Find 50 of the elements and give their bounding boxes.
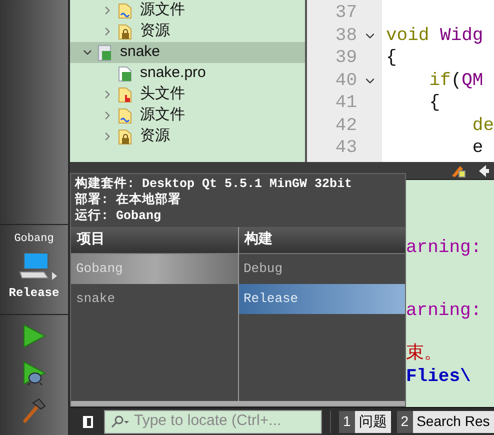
header-folder-icon [118,86,132,102]
source-folder-icon [118,2,132,18]
output-line: arning: [406,301,482,321]
kit-option[interactable]: Release [238,284,405,314]
line-number: 42 [334,116,357,135]
caret-icon [52,272,56,280]
kit-option[interactable]: Debug [238,254,405,284]
line-number: 38 [334,26,357,45]
output-line: Flies\ [406,367,471,387]
run-icon[interactable] [21,323,47,349]
back-arrow-icon[interactable] [478,164,490,178]
search-field[interactable]: Type to locate (Ctrl+... [104,410,322,434]
search-icon [110,414,130,428]
kit-build-label: Release [8,284,60,302]
clean-output-icon[interactable] [450,164,466,178]
column-header: 项目 [71,227,238,254]
tree-item[interactable]: 资源 [70,21,305,42]
tree-item[interactable]: snake.pro [70,63,305,84]
output-line: arning: [406,238,482,258]
code-line: e [471,139,484,158]
project-file-icon [118,66,132,82]
code-line: void Widg [386,26,484,45]
computer-icon [18,252,50,280]
project-icon [98,44,112,60]
tree-item[interactable]: 头文件 [70,84,305,105]
code-line: if(QM [428,72,484,90]
source-folder-icon [118,108,132,124]
lock-folder-icon [118,24,132,40]
debug-run-icon[interactable] [21,360,47,386]
tree-item[interactable]: 源文件 [70,0,305,21]
lock-folder-icon [118,128,132,144]
tree-item[interactable]: snake [70,42,305,63]
line-number: 41 [334,94,357,112]
column-header: 构建 [238,227,405,254]
hammer-icon[interactable] [21,397,47,423]
tree-item[interactable]: 源文件 [70,105,305,126]
code-line: { [386,49,397,68]
line-number: 40 [334,72,357,90]
line-number: 39 [334,49,357,68]
kit-info-line: 运行: Gobang [75,208,162,224]
line-number: 37 [334,4,357,22]
kit-project-label: Gobang [14,232,54,247]
tree-item[interactable]: 资源 [70,126,305,147]
code-line: { [428,94,440,112]
line-number: 43 [334,139,357,158]
kit-info-line: 部署: 在本地部署 [75,192,182,208]
output-line: 束。 [406,344,442,364]
kit-info-line: 构建套件: Desktop Qt 5.5.1 MinGW 32bit [75,176,354,192]
kit-option[interactable]: snake [71,284,238,314]
code-line: de [471,116,494,135]
